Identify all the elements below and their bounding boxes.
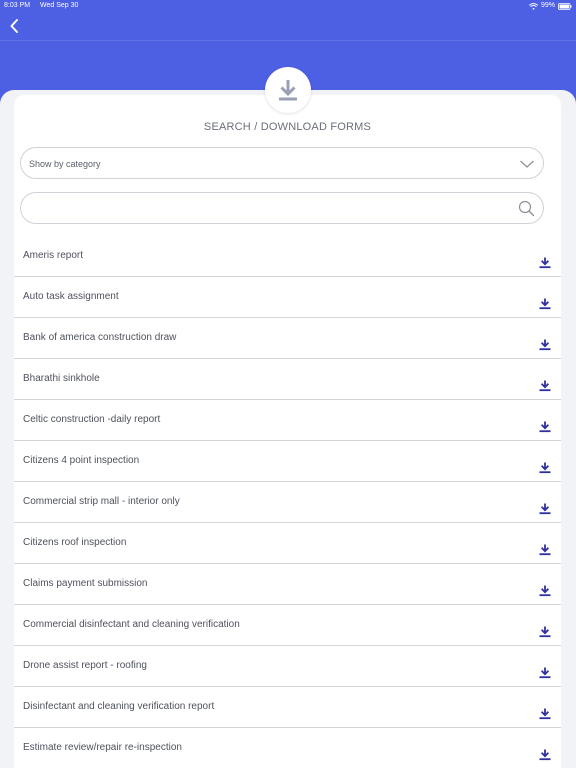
download-icon[interactable] xyxy=(539,749,551,761)
form-list-item[interactable]: Commercial disinfectant and cleaning ver… xyxy=(14,605,561,646)
category-dropdown-label: Show by category xyxy=(29,159,101,169)
form-name: Estimate review/repair re-inspection xyxy=(23,742,182,753)
form-list-item[interactable]: Bank of america construction draw xyxy=(14,318,561,359)
form-list-item[interactable]: Disinfectant and cleaning verification r… xyxy=(14,687,561,728)
chevron-left-icon xyxy=(10,19,18,33)
form-name: Drone assist report - roofing xyxy=(23,660,147,671)
battery-percent: 99% xyxy=(540,2,555,9)
form-name: Disinfectant and cleaning verification r… xyxy=(23,701,215,712)
status-date: Wed Sep 30 xyxy=(40,2,79,9)
download-icon[interactable] xyxy=(539,503,551,515)
forms-list: Ameris report Auto task assignment Bank … xyxy=(14,236,561,768)
form-list-item[interactable]: Claims payment submission xyxy=(14,564,561,605)
status-right: 99% xyxy=(528,0,572,12)
search-input[interactable] xyxy=(31,197,515,221)
download-icon[interactable] xyxy=(539,298,551,310)
form-name: Commercial strip mall - interior only xyxy=(23,496,180,507)
form-list-item[interactable]: Commercial strip mall - interior only xyxy=(14,482,561,523)
category-dropdown[interactable]: Show by category xyxy=(20,147,544,179)
download-icon[interactable] xyxy=(539,380,551,392)
chevron-down-icon xyxy=(520,160,534,168)
status-left: 8:03 PM Wed Sep 30 xyxy=(4,0,86,12)
download-icon[interactable] xyxy=(539,257,551,269)
form-list-item[interactable]: Ameris report xyxy=(14,236,561,277)
form-name: Claims payment submission xyxy=(23,578,148,589)
form-name: Ameris report xyxy=(23,250,84,261)
battery-icon xyxy=(558,2,572,10)
form-list-item[interactable]: Estimate review/repair re-inspection xyxy=(14,728,561,768)
nav-bar xyxy=(0,12,576,41)
form-name: Commercial disinfectant and cleaning ver… xyxy=(23,619,240,630)
search-box xyxy=(20,192,544,224)
download-icon[interactable] xyxy=(539,667,551,679)
download-icon xyxy=(279,80,297,101)
wifi-icon xyxy=(528,2,538,10)
back-button[interactable] xyxy=(4,16,24,36)
download-icon[interactable] xyxy=(539,585,551,597)
status-time: 8:03 PM xyxy=(4,2,31,9)
form-list-item[interactable]: Citizens roof inspection xyxy=(14,523,561,564)
form-name: Citizens roof inspection xyxy=(23,537,127,548)
search-icon[interactable] xyxy=(518,200,535,217)
download-icon[interactable] xyxy=(539,462,551,474)
form-list-item[interactable]: Celtic construction -daily report xyxy=(14,400,561,441)
form-list-item[interactable]: Drone assist report - roofing xyxy=(14,646,561,687)
download-badge xyxy=(265,67,311,113)
form-name: Bharathi sinkhole xyxy=(23,373,100,384)
form-name: Celtic construction -daily report xyxy=(23,414,161,425)
form-list-item[interactable]: Citizens 4 point inspection xyxy=(14,441,561,482)
form-list-item[interactable]: Auto task assignment xyxy=(14,277,561,318)
download-icon[interactable] xyxy=(539,626,551,638)
download-icon[interactable] xyxy=(539,339,551,351)
form-list-item[interactable]: Bharathi sinkhole xyxy=(14,359,561,400)
download-icon[interactable] xyxy=(539,421,551,433)
form-name: Auto task assignment xyxy=(23,291,119,302)
page-title: SEARCH / DOWNLOAD FORMS xyxy=(203,121,372,133)
download-forms-screen: 8:03 PM Wed Sep 30 99% SEARCH / DOWNLOAD… xyxy=(0,0,576,768)
form-name: Bank of america construction draw xyxy=(23,332,177,343)
form-name: Citizens 4 point inspection xyxy=(23,455,140,466)
status-bar: 8:03 PM Wed Sep 30 99% xyxy=(0,0,576,12)
download-icon[interactable] xyxy=(539,708,551,720)
download-icon[interactable] xyxy=(539,544,551,556)
